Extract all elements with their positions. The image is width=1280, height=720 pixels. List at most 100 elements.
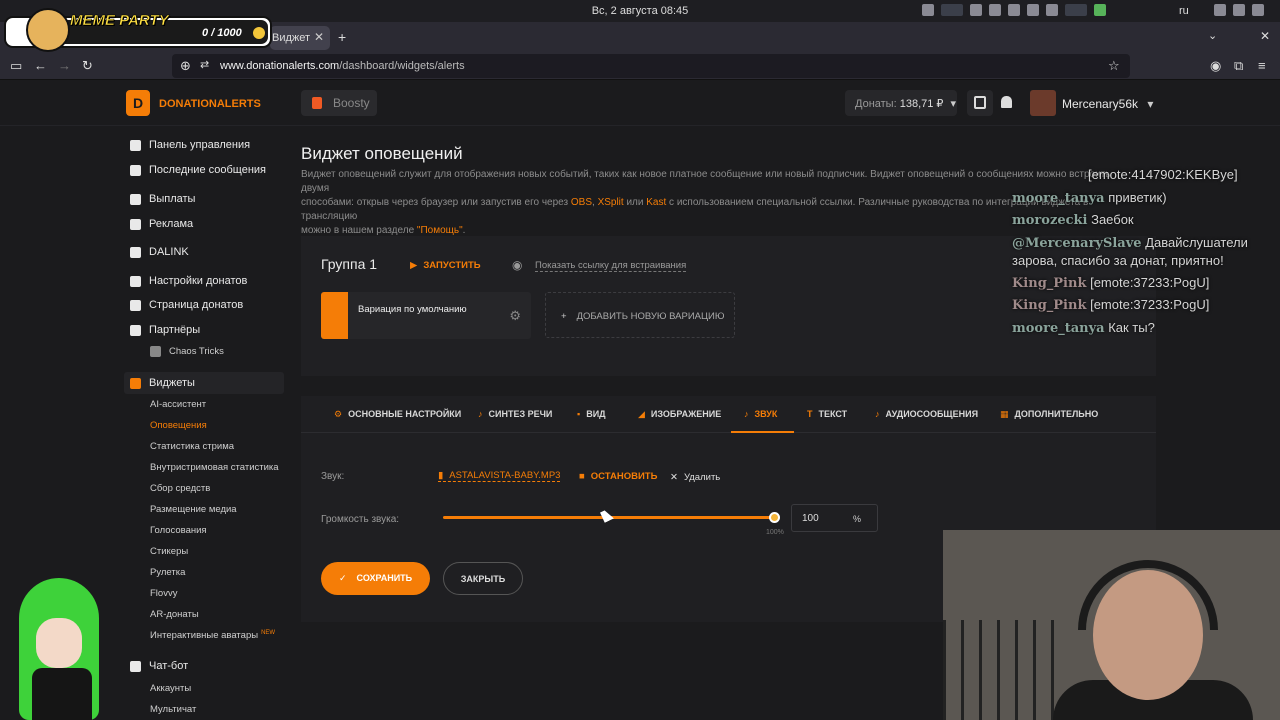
- boosty-button[interactable]: Boosty: [301, 90, 377, 116]
- tray-keyboard-icon[interactable]: [1008, 4, 1020, 16]
- sound-note-icon: ♪: [744, 409, 749, 419]
- meme-counter: 0 / 1000: [202, 27, 242, 39]
- variation-gear-icon[interactable]: ⚙: [509, 308, 521, 324]
- tab-view[interactable]: ▪ ВИД: [577, 409, 606, 419]
- tray-signal-icon[interactable]: [1094, 4, 1106, 16]
- donationalerts-logo-icon[interactable]: [126, 90, 150, 116]
- sidebar-sub-ai-assistant[interactable]: AI-ассистент: [150, 399, 206, 410]
- sidebar-item-dalink[interactable]: DALINK: [130, 246, 189, 258]
- page-icon: [130, 299, 141, 311]
- delete-sound-button[interactable]: ✕ Удалить: [670, 472, 720, 483]
- account-icon[interactable]: ◉: [1210, 58, 1221, 74]
- launch-button[interactable]: ▶ ЗАПУСТИТЬ: [410, 260, 481, 271]
- sidebar-item-chaos-tricks[interactable]: Chaos Tricks: [150, 346, 224, 357]
- tray-drive-icon[interactable]: [1027, 4, 1039, 16]
- sidebar-item-messages[interactable]: Последние сообщения: [130, 164, 266, 176]
- tray-gear-icon[interactable]: [922, 4, 934, 16]
- sidebar-sub-flovvy[interactable]: Flovvy: [150, 588, 177, 599]
- tab-list-chevron-icon[interactable]: ⌄: [1208, 29, 1217, 42]
- close-x-icon: ✕: [670, 472, 678, 483]
- sidebar-sub-stream-stats[interactable]: Статистика стрима: [150, 441, 234, 452]
- sidebar-item-dashboard[interactable]: Панель управления: [130, 139, 250, 151]
- volume-icon[interactable]: [1233, 4, 1245, 16]
- sidebar-item-partners[interactable]: Партнёры: [130, 324, 200, 336]
- menu-icon[interactable]: ≡: [1258, 58, 1266, 73]
- sound-label: Звук:: [321, 471, 345, 482]
- sidebar-sub-interactive-avatars[interactable]: Интерактивные аватары NEW: [150, 630, 275, 641]
- system-language[interactable]: ru: [1179, 5, 1189, 17]
- tray-window-icon[interactable]: [941, 4, 963, 16]
- sidebar-sub-ar-donats[interactable]: AR-донаты: [150, 609, 199, 620]
- sidebar-item-ads[interactable]: Реклама: [130, 218, 193, 230]
- sidebar-item-chatbot[interactable]: Чат-бот: [130, 660, 188, 672]
- xsplit-link[interactable]: XSplit: [598, 197, 624, 208]
- sidebar-sub-multichat[interactable]: Мультичат: [150, 704, 196, 715]
- tray-monitor-icon[interactable]: [1065, 4, 1087, 16]
- sidebar-sub-roulette[interactable]: Рулетка: [150, 567, 185, 578]
- url-text[interactable]: www.donationalerts.com/dashboard/widgets…: [220, 60, 465, 72]
- site-info-icon[interactable]: ⊕: [180, 58, 191, 74]
- sidebar-sub-accounts[interactable]: Аккаунты: [150, 683, 191, 694]
- sidebar-sub-instream-stats[interactable]: Внутристримовая статистика: [150, 462, 279, 473]
- username[interactable]: Mercenary56k ▾: [1062, 97, 1153, 111]
- eye-icon: ◉: [512, 258, 523, 272]
- sidebar-sub-fundraising[interactable]: Сбор средств: [150, 483, 210, 494]
- tray-network-icon[interactable]: [1046, 4, 1058, 16]
- tab-basic-settings[interactable]: ⚙ ОСНОВНЫЕ НАСТРОЙКИ: [334, 409, 461, 420]
- tab-close-icon[interactable]: ✕: [314, 30, 324, 44]
- permissions-icon[interactable]: ⇄: [200, 58, 209, 71]
- tab-speech-synthesis[interactable]: ♪ СИНТЕЗ РЕЧИ: [478, 409, 552, 419]
- help-link[interactable]: "Помощь": [417, 225, 463, 236]
- sound-file-link[interactable]: ▮ ASTALAVISTA-BABY.MP3: [438, 470, 561, 482]
- bookmark-star-icon[interactable]: ☆: [1108, 58, 1120, 74]
- volume-slider-handle[interactable]: [769, 512, 780, 523]
- brand-name[interactable]: DONATIONALERTS: [159, 98, 261, 110]
- grid-icon: ▦: [1000, 409, 1009, 419]
- tab-text[interactable]: T ТЕКСТ: [807, 409, 847, 419]
- sidebar-sub-polls[interactable]: Голосования: [150, 525, 207, 536]
- tab-additional[interactable]: ▦ ДОПОЛНИТЕЛЬНО: [1000, 409, 1098, 420]
- screen-icon[interactable]: [1214, 4, 1226, 16]
- active-tab-underline: [731, 431, 794, 433]
- sidebar-item-donate-settings[interactable]: Настройки донатов: [130, 275, 247, 287]
- sidebar-item-payouts[interactable]: Выплаты: [130, 193, 195, 205]
- sidebar-toggle-icon[interactable]: ▭: [10, 58, 22, 74]
- tray-clipboard-icon[interactable]: [989, 4, 1001, 16]
- tab-audio-messages[interactable]: ♪ АУДИОСООБЩЕНИЯ: [875, 409, 978, 419]
- tab-sound[interactable]: ♪ ЗВУК: [744, 409, 777, 419]
- notification-bell-icon[interactable]: [994, 90, 1020, 116]
- sidebar-item-widgets[interactable]: Виджеты: [130, 377, 195, 389]
- browser-tab[interactable]: Виджет ✕: [270, 26, 330, 50]
- user-avatar[interactable]: [1030, 90, 1056, 116]
- add-variation-button[interactable]: + ДОБАВИТЬ НОВУЮ ВАРИАЦИЮ: [545, 292, 735, 338]
- tab-title: Виджет: [272, 32, 311, 44]
- stop-button[interactable]: ■ ОСТАНОВИТЬ: [579, 471, 657, 482]
- sidebar-sub-stickers[interactable]: Стикеры: [150, 546, 188, 557]
- forward-arrow-icon[interactable]: →: [58, 58, 71, 73]
- tab-image[interactable]: ◢ ИЗОБРАЖЕНИЕ: [638, 409, 721, 420]
- back-arrow-icon[interactable]: ←: [34, 58, 47, 73]
- donats-balance-dropdown[interactable]: Донаты: 138,71 ₽ ▾: [845, 90, 957, 116]
- reload-icon[interactable]: ↻: [82, 58, 93, 74]
- show-embed-link[interactable]: Показать ссылку для встраивания: [535, 260, 687, 272]
- window-close-icon[interactable]: ✕: [1260, 29, 1270, 43]
- obs-link[interactable]: OBS: [571, 197, 592, 208]
- vtuber-avatar: [14, 578, 104, 720]
- news-icon[interactable]: [967, 90, 993, 116]
- kast-link[interactable]: Kast: [646, 197, 666, 208]
- power-icon[interactable]: [1252, 4, 1264, 16]
- chat-line: morozecki Заебок: [1012, 212, 1134, 228]
- new-tab-plus-icon[interactable]: +: [338, 29, 346, 45]
- save-button[interactable]: ✓ СОХРАНИТЬ: [321, 562, 430, 595]
- url-bar[interactable]: ⊕ ⇄ www.donationalerts.com/dashboard/wid…: [172, 54, 1130, 78]
- tray-battery-icon[interactable]: [970, 4, 982, 16]
- volume-input[interactable]: 100%: [791, 504, 878, 532]
- variation-card-default[interactable]: Вариация по умолчанию ⚙: [321, 292, 531, 339]
- sidebar-sub-alerts[interactable]: Оповещения: [150, 420, 207, 431]
- sidebar-item-donate-page[interactable]: Страница донатов: [130, 299, 243, 311]
- sidebar-sub-media[interactable]: Размещение медиа: [150, 504, 237, 515]
- meme-title: MEME PARTY: [70, 12, 169, 30]
- extensions-icon[interactable]: ⧉: [1234, 58, 1243, 74]
- close-button[interactable]: ЗАКРЫТЬ: [443, 562, 523, 595]
- system-tray: [922, 4, 1106, 16]
